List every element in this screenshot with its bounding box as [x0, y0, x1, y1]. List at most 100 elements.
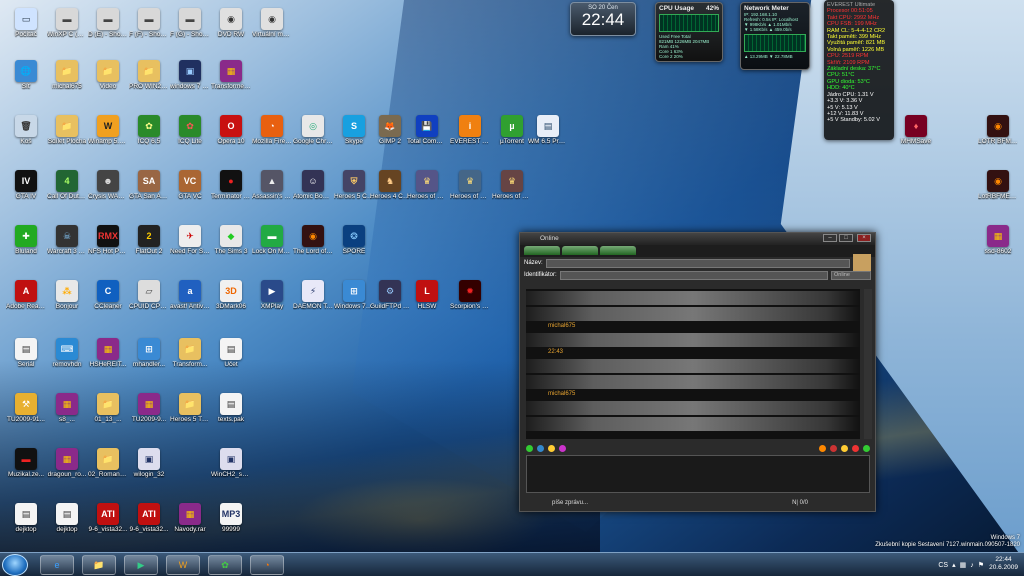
- desktop-icon[interactable]: AAdobe Reader 9: [6, 280, 46, 310]
- desktop-icon[interactable]: ▤WM 6.5 Professional: [528, 115, 568, 145]
- color-icon[interactable]: [559, 444, 566, 452]
- desktop-icon[interactable]: ⛨Heroes 5 Complete: [334, 170, 374, 200]
- desktop-icon[interactable]: ⁂ Bonjour: [47, 280, 87, 310]
- taskbar-app-button[interactable]: ▶: [124, 555, 158, 575]
- desktop-icon[interactable]: 📁PRO WIN25 BIRU: [129, 60, 169, 90]
- desktop-icon[interactable]: ⚒ TU2009-91...: [6, 393, 46, 423]
- desktop-icon[interactable]: ▬ F (F) - Shortcut: [129, 8, 169, 38]
- desktop-icon[interactable]: 📁 Video: [88, 60, 128, 90]
- desktop-icon[interactable]: SAGTA San Andreas: [129, 170, 169, 200]
- tray-arrow-icon[interactable]: ▴: [952, 561, 956, 569]
- desktop-icon[interactable]: a avast! Antivirus: [170, 280, 210, 310]
- im-tab[interactable]: [562, 246, 598, 255]
- desktop-icon[interactable]: ◉The Lord of the Rings...: [293, 225, 333, 255]
- desktop-icon[interactable]: ♛Heroes of Might & ...: [450, 170, 490, 200]
- desktop-icon[interactable]: S Skype: [334, 115, 374, 145]
- message-history[interactable]: michal675 22:43 michal675: [526, 289, 860, 439]
- desktop-icon[interactable]: MP3 99999: [211, 503, 251, 533]
- send-icon[interactable]: [863, 444, 870, 452]
- delete-icon[interactable]: [852, 444, 859, 452]
- desktop-icon[interactable]: ⊞ mhandler...: [129, 338, 169, 368]
- smiley-icon[interactable]: [548, 444, 555, 452]
- im-tab[interactable]: [524, 246, 560, 255]
- desktop-icon[interactable]: 💾Total Commander: [407, 115, 447, 145]
- network-icon[interactable]: ▦: [960, 561, 967, 569]
- desktop-icon[interactable]: ▦ Navody.rar: [170, 503, 210, 533]
- desktop-icon[interactable]: ATI 9-6_vista32...: [88, 503, 128, 533]
- desktop-icon[interactable]: O Opera 10: [211, 115, 251, 145]
- desktop-icon[interactable]: C CCleaner: [88, 280, 128, 310]
- desktop-icon[interactable]: ▶ XMPlay: [252, 280, 292, 310]
- desktop-icon[interactable]: ▦ Transformers...: [211, 60, 251, 90]
- desktop-icon[interactable]: ▦ HSHeREIT...: [88, 338, 128, 368]
- start-button[interactable]: [2, 554, 28, 576]
- desktop-icon[interactable]: VC GTA VC: [170, 170, 210, 200]
- emoticon-icon[interactable]: [841, 444, 848, 452]
- desktop-icon[interactable]: 🌐 Síť: [6, 60, 46, 90]
- desktop-icon[interactable]: ⚡DAEMON Tools Lite: [293, 280, 333, 310]
- desktop-icon[interactable]: iEVEREST Ultimate: [450, 115, 490, 145]
- taskbar-app-button[interactable]: ◔: [250, 555, 284, 575]
- desktop-icon[interactable]: 4 Call Of Duty 4: [47, 170, 87, 200]
- desktop-icon[interactable]: ▦ dragoun_ro...: [47, 448, 87, 478]
- refresh-icon[interactable]: [537, 444, 544, 452]
- desktop-icon[interactable]: ♛Heroes of Might a...: [407, 170, 447, 200]
- im-title-bar[interactable]: Online – □ ×: [520, 233, 875, 245]
- minimize-button[interactable]: –: [823, 234, 837, 242]
- desktop-icon[interactable]: ◉ LOTR BFME...: [978, 115, 1018, 145]
- desktop-icon[interactable]: ♦ MHMSave: [896, 115, 936, 145]
- block-icon[interactable]: [830, 444, 837, 452]
- desktop-icon[interactable]: ♞Heroes 4 Complete: [370, 170, 410, 200]
- desktop-icon[interactable]: ▤ Seriál: [6, 338, 46, 368]
- desktop-icon[interactable]: ▬D (E) - Shortcut: [88, 8, 128, 38]
- desktop-icon[interactable]: ☻Crysis WARHEAD: [88, 170, 128, 200]
- desktop-icon[interactable]: IV GTA IV: [6, 170, 46, 200]
- desktop-icon[interactable]: ✚ Bluland: [6, 225, 46, 255]
- desktop-icon[interactable]: ◔Mozilla Firefox 3: [252, 115, 292, 145]
- status-select[interactable]: Online: [831, 270, 871, 280]
- id-field[interactable]: [559, 270, 828, 280]
- desktop-icon[interactable]: ⊞Windows 7 Upgrade Ad...: [334, 280, 374, 310]
- flag-icon[interactable]: ⚑: [978, 561, 984, 569]
- desktop-icon[interactable]: 📁 02_Roman_...: [88, 448, 128, 478]
- desktop-icon[interactable]: RMXNFS Hot Pursuit: [88, 225, 128, 255]
- desktop-icon[interactable]: 3D 3DMark06: [211, 280, 251, 310]
- desktop-icon[interactable]: ▬ Muzikal.ze...: [6, 448, 46, 478]
- desktop-icon[interactable]: 📁Heroes 5 TOTE: [170, 393, 210, 423]
- desktop-icon[interactable]: ☺Atomic Bomberman: [293, 170, 333, 200]
- cpu-usage-gadget[interactable]: CPU Usage 42% Used Free Total 821MB 1226M…: [655, 2, 723, 62]
- desktop-icon[interactable]: ❂ SPORE: [334, 225, 374, 255]
- desktop-icon[interactable]: 🗑 Koš: [6, 115, 46, 145]
- add-icon[interactable]: [526, 444, 533, 452]
- maximize-button[interactable]: □: [839, 234, 853, 242]
- desktop-icon[interactable]: ◆ The Sims 3: [211, 225, 251, 255]
- desktop-icon[interactable]: L HLSW: [407, 280, 447, 310]
- im-tab[interactable]: [600, 246, 636, 255]
- desktop-icon[interactable]: ◉ DVD RW: [211, 8, 251, 38]
- desktop-icon[interactable]: ⌨ removhdn: [47, 338, 87, 368]
- desktop-icon[interactable]: ●Terminator Salvation: [211, 170, 251, 200]
- desktop-icon[interactable]: ▣ wilogin_32: [129, 448, 169, 478]
- desktop-icon[interactable]: ✈Need For Speed Undercover: [170, 225, 210, 255]
- taskbar-clock[interactable]: 22:44 20.6.2009: [989, 556, 1018, 572]
- desktop-icon[interactable]: ATI 9-6_vista32...: [129, 503, 169, 533]
- desktop-icon[interactable]: ▤ Účet: [211, 338, 251, 368]
- desktop-icon[interactable]: ▱ CPUID CPU-Z: [129, 280, 169, 310]
- desktop-icon[interactable]: µ µTorrent: [492, 115, 532, 145]
- desktop-icon[interactable]: 2 FlatOut 2: [129, 225, 169, 255]
- message-input[interactable]: [526, 455, 870, 493]
- desktop-icon[interactable]: ♛Heroes of Might and...: [492, 170, 532, 200]
- desktop-icon[interactable]: ▲Assassin's Creed 2009: [252, 170, 292, 200]
- im-window[interactable]: Online – □ × Název: Identifikátor: Online…: [519, 232, 876, 512]
- desktop-icon[interactable]: ▤ dejktop: [47, 503, 87, 533]
- language-indicator[interactable]: CS: [938, 562, 948, 569]
- desktop-icon[interactable]: 📁 Sdílet Plocha: [47, 115, 87, 145]
- desktop-icon[interactable]: ⚙GuildFTPd FTP Daemon: [370, 280, 410, 310]
- taskbar-app-button[interactable]: ✿: [208, 555, 242, 575]
- taskbar-app-button[interactable]: e: [40, 555, 74, 575]
- file-icon[interactable]: [819, 444, 826, 452]
- taskbar-app-button[interactable]: 📁: [82, 555, 116, 575]
- desktop-icon[interactable]: ✿ ICQ 6.5: [129, 115, 169, 145]
- desktop-icon[interactable]: ▬F (G) - Shortcut: [170, 8, 210, 38]
- desktop-icon[interactable]: ▦ ssd-8602: [978, 225, 1018, 255]
